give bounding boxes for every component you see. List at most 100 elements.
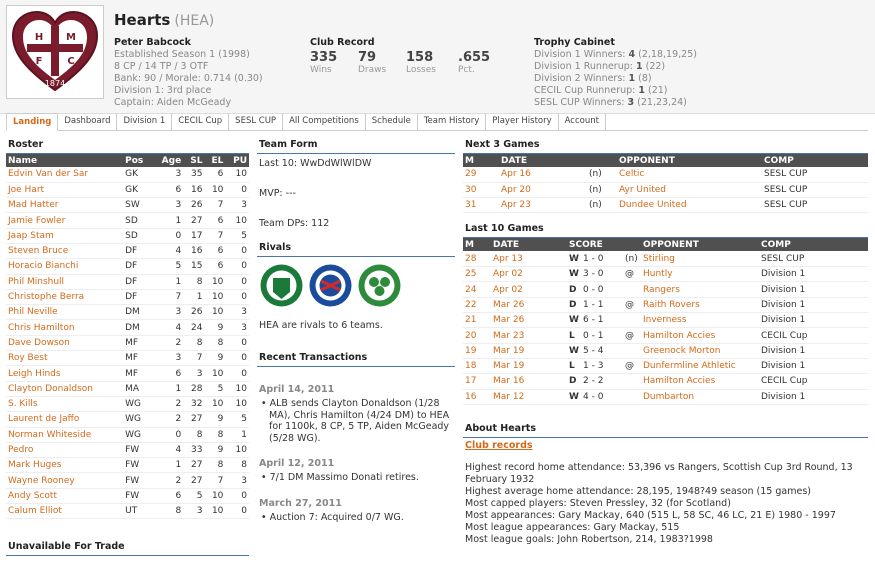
- match-date[interactable]: Apr 20: [499, 182, 587, 199]
- opponent-link[interactable]: Raith Rovers: [641, 297, 759, 314]
- table-row: Clayton Donaldson MA 1 28 5 10: [6, 381, 249, 397]
- match-date[interactable]: Apr 16: [499, 167, 587, 183]
- match-result: W: [569, 345, 579, 356]
- player-name-link[interactable]: Chris Hamilton: [6, 319, 124, 336]
- col-el[interactable]: EL: [204, 154, 226, 167]
- match-number[interactable]: 22: [463, 297, 491, 314]
- match-number[interactable]: 25: [463, 266, 491, 283]
- player-name-link[interactable]: Phil Minshull: [6, 274, 124, 290]
- player-name-link[interactable]: Mark Huges: [6, 457, 124, 474]
- table-row: Laurent de Jaffo WG 2 27 9 5: [6, 411, 249, 428]
- player-name-link[interactable]: Calum Elliot: [6, 503, 124, 520]
- opponent-link[interactable]: Dumbarton: [641, 389, 759, 405]
- player-name-link[interactable]: Pedro: [6, 442, 124, 459]
- player-name-link[interactable]: Horacio Bianchi: [6, 258, 124, 275]
- match-number[interactable]: 17: [463, 373, 491, 390]
- player-name-link[interactable]: Norman Whiteside: [6, 427, 124, 443]
- match-number[interactable]: 31: [463, 197, 499, 214]
- col-name[interactable]: Name: [6, 154, 124, 167]
- col-age[interactable]: Age: [152, 154, 184, 167]
- competition: CECIL Cup: [759, 373, 868, 390]
- match-venue: [623, 373, 641, 390]
- match-number[interactable]: 20: [463, 327, 491, 344]
- player-age: 6: [152, 488, 184, 505]
- player-name-link[interactable]: Jamie Fowler: [6, 212, 124, 229]
- opponent-link[interactable]: Huntly: [641, 266, 759, 283]
- player-name-link[interactable]: Andy Scott: [6, 488, 124, 505]
- player-el: 10: [204, 304, 226, 321]
- player-name-link[interactable]: Roy Best: [6, 350, 124, 367]
- player-pos: UT: [123, 503, 153, 520]
- match-number[interactable]: 29: [463, 167, 499, 183]
- player-name-link[interactable]: Edvin Van der Sar: [6, 167, 124, 183]
- match-number[interactable]: 16: [463, 389, 491, 405]
- player-name-link[interactable]: Mad Hatter: [6, 197, 124, 214]
- player-name-link[interactable]: Wayne Rooney: [6, 472, 124, 489]
- tab-player-history[interactable]: Player History: [486, 113, 559, 131]
- col-pos[interactable]: Pos: [123, 154, 153, 167]
- match-result: W: [569, 391, 579, 402]
- opponent-link[interactable]: Celtic: [617, 167, 762, 183]
- opponent-link[interactable]: Hamilton Accies: [641, 327, 759, 344]
- player-name-link[interactable]: Leigh Hinds: [6, 365, 124, 382]
- match-date[interactable]: Mar 19: [491, 343, 567, 359]
- match-date[interactable]: Mar 26: [491, 297, 567, 314]
- rangers-crest-icon[interactable]: [308, 263, 353, 308]
- match-date[interactable]: Mar 19: [491, 358, 567, 375]
- nav-tabs: Landing Dashboard Division 1 CECIL Cup S…: [6, 113, 868, 131]
- match-date[interactable]: Apr 02: [491, 266, 567, 283]
- tab-all-competitions[interactable]: All Competitions: [283, 113, 366, 131]
- match-score: L 0 - 1: [567, 327, 623, 344]
- player-name-link[interactable]: Dave Dowson: [6, 335, 124, 352]
- player-sl: 32: [183, 396, 205, 413]
- match-number[interactable]: 18: [463, 358, 491, 375]
- player-sl: 27: [183, 457, 205, 474]
- player-name-link[interactable]: Laurent de Jaffo: [6, 411, 124, 428]
- match-number[interactable]: 19: [463, 343, 491, 359]
- match-date[interactable]: Apr 13: [491, 251, 567, 268]
- tab-dashboard[interactable]: Dashboard: [58, 113, 118, 131]
- opponent-link[interactable]: Rangers: [641, 281, 759, 298]
- rival-crests: [257, 257, 455, 314]
- opponent-link[interactable]: Stirling: [641, 251, 759, 268]
- opponent-link[interactable]: Hamilton Accies: [641, 373, 759, 390]
- tab-division-1[interactable]: Division 1: [117, 113, 173, 131]
- player-name-link[interactable]: Jaap Stam: [6, 228, 124, 244]
- player-name-link[interactable]: Christophe Berra: [6, 289, 124, 306]
- match-date[interactable]: Mar 12: [491, 389, 567, 405]
- hibernian-crest-icon[interactable]: [259, 263, 304, 308]
- tab-team-history[interactable]: Team History: [418, 113, 487, 131]
- match-date[interactable]: Apr 23: [499, 197, 587, 214]
- player-name-link[interactable]: S. Kills: [6, 396, 124, 413]
- table-row: Phil Neville DM 3 26 10 3: [6, 304, 249, 321]
- match-date[interactable]: Mar 23: [491, 327, 567, 344]
- opponent-link[interactable]: Greenock Morton: [641, 343, 759, 359]
- opponent-link[interactable]: Dunfermline Athletic: [641, 358, 759, 375]
- about-line: Highest average home attendance: 28,195,…: [465, 485, 811, 497]
- opponent-link[interactable]: Ayr United: [617, 182, 762, 199]
- celtic-crest-icon[interactable]: [357, 263, 402, 308]
- tab-sesl-cup[interactable]: SESL CUP: [229, 113, 284, 131]
- opponent-link[interactable]: Dundee United: [617, 197, 762, 214]
- tab-schedule[interactable]: Schedule: [366, 113, 418, 131]
- match-number[interactable]: 30: [463, 182, 499, 199]
- col-pu[interactable]: PU: [225, 154, 249, 167]
- match-number[interactable]: 28: [463, 251, 491, 268]
- opponent-link[interactable]: Inverness: [641, 312, 759, 329]
- trophy-item: Division 1 Winners: 4 (2,18,19,25): [534, 49, 697, 60]
- match-date[interactable]: Mar 26: [491, 312, 567, 329]
- player-name-link[interactable]: Joe Hart: [6, 182, 124, 199]
- player-pu: 1: [225, 427, 249, 443]
- player-name-link[interactable]: Clayton Donaldson: [6, 381, 124, 397]
- tab-cecil-cup[interactable]: CECIL Cup: [172, 113, 230, 131]
- club-records-link[interactable]: Club records: [465, 440, 868, 452]
- match-number[interactable]: 21: [463, 312, 491, 329]
- tab-landing[interactable]: Landing: [6, 113, 59, 131]
- match-date[interactable]: Mar 16: [491, 373, 567, 390]
- col-sl[interactable]: SL: [183, 154, 205, 167]
- tab-account[interactable]: Account: [559, 113, 606, 131]
- player-name-link[interactable]: Steven Bruce: [6, 243, 124, 260]
- player-name-link[interactable]: Phil Neville: [6, 304, 124, 321]
- match-number[interactable]: 24: [463, 281, 491, 298]
- match-date[interactable]: Apr 02: [491, 281, 567, 298]
